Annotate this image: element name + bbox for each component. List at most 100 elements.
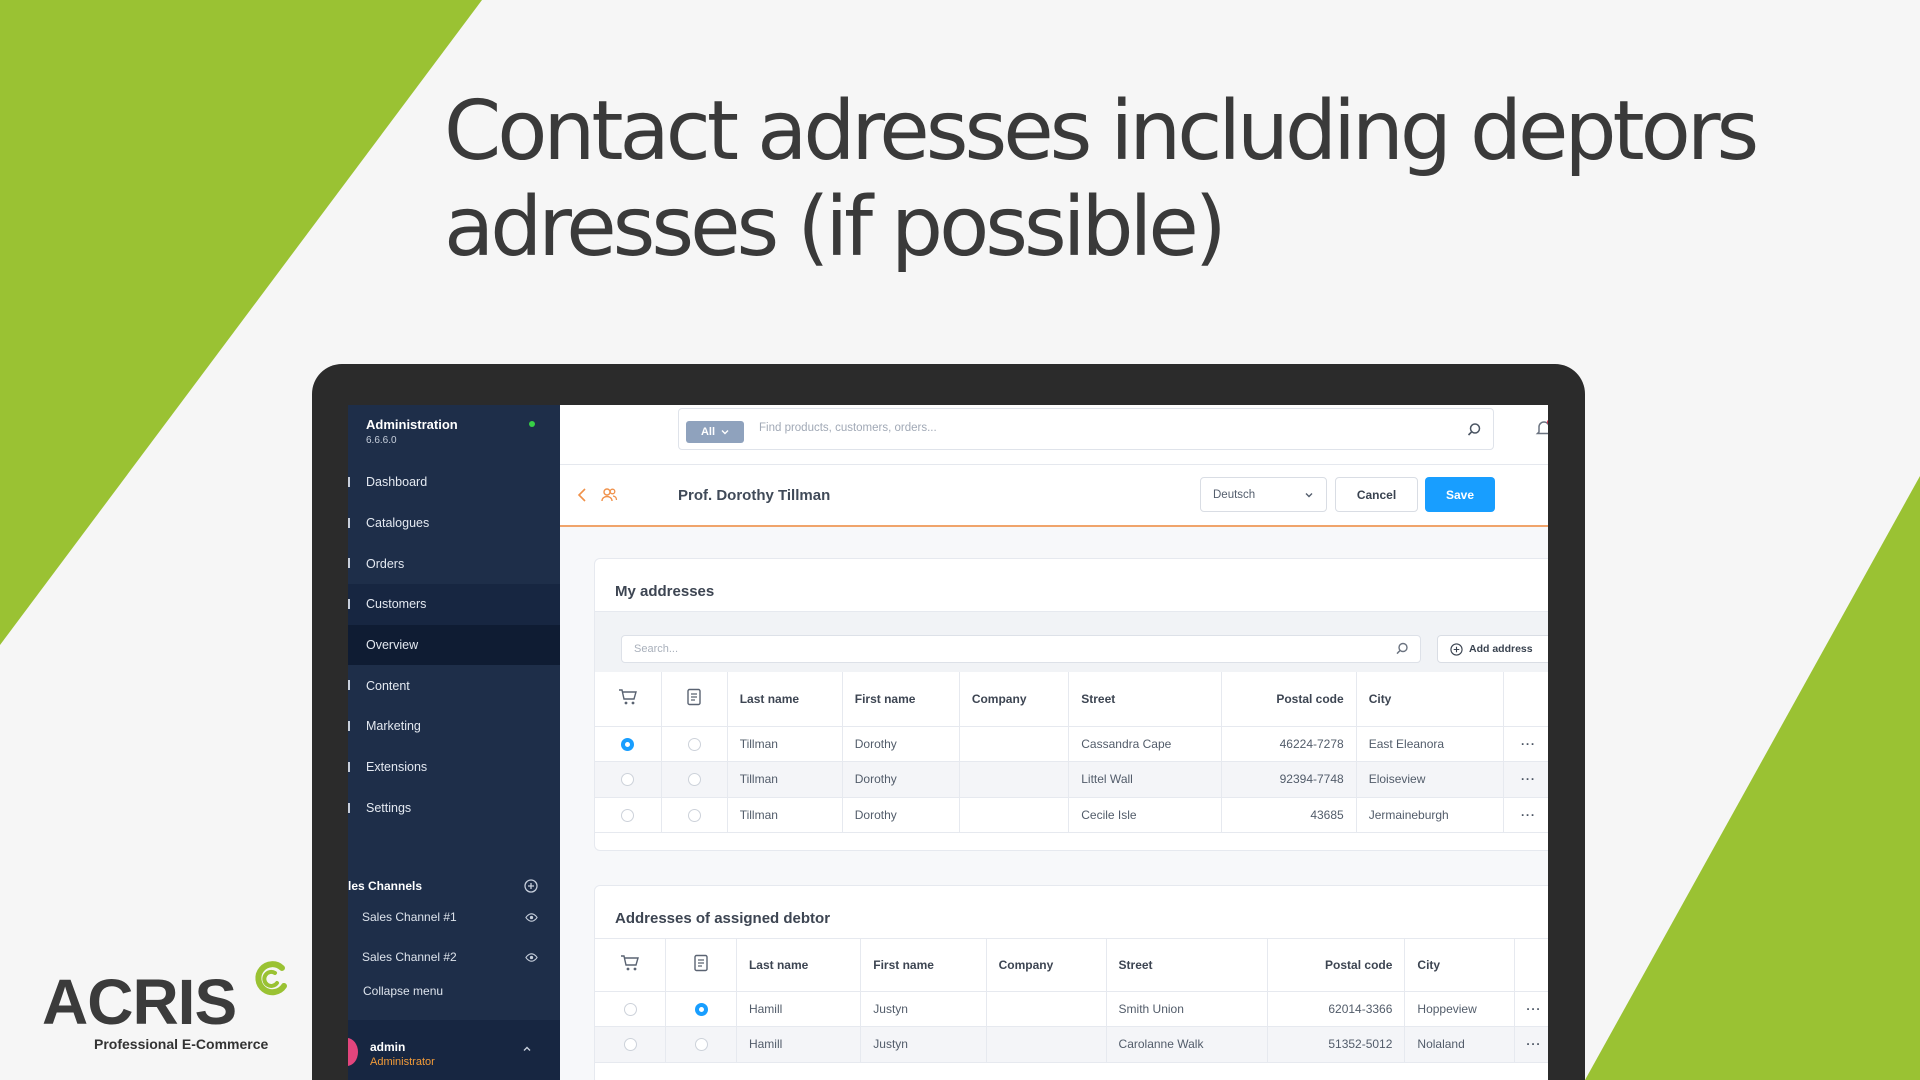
search-icon[interactable] — [1465, 421, 1483, 439]
column-header[interactable]: City — [1356, 672, 1504, 727]
table-row: Tillman Dorothy Cecile Isle 43685 Jermainebu… — [595, 797, 1548, 833]
debtor-addresses-table: Last name First name Company Street Postal c… — [595, 939, 1548, 1063]
cell-company — [959, 797, 1070, 833]
row-actions-button[interactable]: ··· — [1514, 1026, 1548, 1063]
cell-street: Smith Union — [1106, 991, 1269, 1027]
row-actions-button[interactable]: ··· — [1503, 761, 1548, 798]
cell-company — [986, 1026, 1107, 1063]
cell-last: Tillman — [727, 797, 843, 833]
user-name: admin — [370, 1040, 406, 1054]
shipping-cart-icon — [618, 689, 637, 705]
cancel-button[interactable]: Cancel — [1335, 477, 1418, 512]
page-title: Prof. Dorothy Tillman — [678, 487, 831, 504]
sidebar-marker-icon — [348, 680, 350, 691]
default-shipping-radio[interactable] — [595, 761, 662, 798]
sidebar-item-label: Customers — [366, 597, 427, 612]
my-addresses-card: My addresses Search... Add address Last … — [594, 558, 1548, 851]
default-billing-radio[interactable] — [665, 991, 737, 1027]
cell-last: Tillman — [727, 761, 843, 798]
headline-line-1: Contact adresses including deptors — [444, 84, 1759, 179]
sidebar-item-content[interactable]: Content — [348, 665, 560, 706]
sidebar-item-marketing[interactable]: Marketing — [348, 706, 560, 747]
shipping-column-header[interactable] — [595, 939, 667, 992]
sidebar-item-catalogues[interactable]: Catalogues — [348, 503, 560, 544]
search-icon[interactable] — [1394, 641, 1410, 657]
default-shipping-radio[interactable] — [595, 1026, 667, 1063]
row-actions-button[interactable]: ··· — [1503, 726, 1548, 762]
user-menu[interactable]: admin Administrator — [348, 1020, 560, 1080]
sidebar-marker-icon — [348, 558, 350, 569]
sidebar-marker-icon — [348, 761, 350, 772]
top-bar: All Find products, customers, orders... — [560, 405, 1548, 465]
column-header[interactable]: Last name — [736, 939, 862, 992]
billing-column-header[interactable] — [661, 672, 728, 727]
column-header[interactable]: Street — [1106, 939, 1269, 992]
column-header[interactable]: Postal code — [1267, 939, 1406, 992]
logo-tagline: Professional E-Commerce — [94, 1036, 269, 1052]
language-select-value: Deutsch — [1213, 488, 1256, 501]
sidebar-item-dashboard[interactable]: Dashboard — [348, 462, 560, 503]
sidebar-item-label: Content — [366, 678, 410, 693]
logo-wordmark: ACRIS — [42, 966, 237, 1038]
cell-street: Cecile Isle — [1068, 797, 1222, 833]
debtor-addresses-title: Addresses of assigned debtor — [615, 910, 831, 927]
column-header[interactable]: First name — [842, 672, 960, 727]
eye-icon[interactable] — [525, 951, 538, 964]
sidebar-item-orders[interactable]: Orders — [348, 543, 560, 584]
default-shipping-radio[interactable] — [595, 726, 662, 762]
table-row: Tillman Dorothy Littel Wall 92394-7748 Elois… — [595, 761, 1548, 798]
cell-postal: 62014-3366 — [1267, 991, 1406, 1027]
default-shipping-radio[interactable] — [595, 797, 662, 833]
save-button[interactable]: Save — [1425, 477, 1495, 512]
sidebar-title: Administration — [366, 417, 458, 432]
cell-company — [959, 726, 1070, 762]
add-circle-icon[interactable] — [524, 879, 538, 893]
billing-column-header[interactable] — [665, 939, 737, 992]
search-input[interactable]: Find products, customers, orders... — [759, 422, 937, 434]
address-search-placeholder: Search... — [634, 643, 679, 655]
sales-channel-item[interactable]: Sales Channel #2 — [348, 937, 560, 977]
row-actions-button[interactable]: ··· — [1514, 991, 1548, 1027]
back-arrow-icon[interactable] — [576, 487, 590, 503]
chevron-up-icon[interactable] — [522, 1044, 532, 1054]
sidebar-item-label: Marketing — [366, 719, 421, 734]
page-headline: Contact adresses including deptors adres… — [444, 84, 1864, 276]
actions-column-header — [1503, 672, 1548, 727]
bell-icon[interactable] — [1534, 418, 1548, 438]
language-select[interactable]: Deutsch — [1200, 477, 1327, 512]
search-filter-dropdown[interactable]: All — [686, 421, 744, 443]
default-billing-radio[interactable] — [661, 726, 728, 762]
sales-channels-heading: les Channels — [348, 875, 560, 897]
sidebar-item-extensions[interactable]: Extensions — [348, 747, 560, 788]
sidebar-item-customers[interactable]: Customers — [348, 584, 560, 625]
global-search[interactable]: All Find products, customers, orders... — [678, 408, 1494, 450]
default-billing-radio[interactable] — [661, 761, 728, 798]
search-filter-label: All — [700, 426, 716, 438]
column-header[interactable]: Company — [959, 672, 1070, 727]
column-header[interactable]: Last name — [727, 672, 843, 727]
sidebar-marker-icon — [348, 599, 350, 610]
column-header[interactable]: First name — [860, 939, 987, 992]
add-address-button[interactable]: Add address — [1437, 635, 1548, 663]
column-header[interactable]: Street — [1068, 672, 1222, 727]
sidebar-item-overview[interactable]: Overview — [348, 624, 560, 666]
column-header[interactable]: City — [1404, 939, 1515, 992]
shipping-column-header[interactable] — [595, 672, 662, 727]
collapse-menu-link[interactable]: Collapse menu — [363, 984, 443, 998]
row-actions-button[interactable]: ··· — [1503, 797, 1548, 833]
column-header[interactable]: Postal code — [1221, 672, 1357, 727]
address-search-input[interactable]: Search... — [621, 635, 1421, 663]
sidebar-item-settings[interactable]: Settings — [348, 788, 560, 829]
default-billing-radio[interactable] — [661, 797, 728, 833]
chevron-down-icon — [1305, 492, 1313, 497]
column-header[interactable]: Company — [986, 939, 1107, 992]
default-shipping-radio[interactable] — [595, 991, 667, 1027]
eye-icon[interactable] — [525, 911, 538, 924]
default-billing-radio[interactable] — [665, 1026, 737, 1063]
my-addresses-title: My addresses — [615, 583, 715, 600]
add-circle-icon — [1450, 642, 1463, 656]
sales-channel-item[interactable]: Sales Channel #1 — [348, 897, 560, 937]
shipping-cart-icon — [621, 955, 640, 971]
cell-last: Hamill — [736, 1026, 862, 1063]
billing-document-icon — [694, 955, 708, 972]
